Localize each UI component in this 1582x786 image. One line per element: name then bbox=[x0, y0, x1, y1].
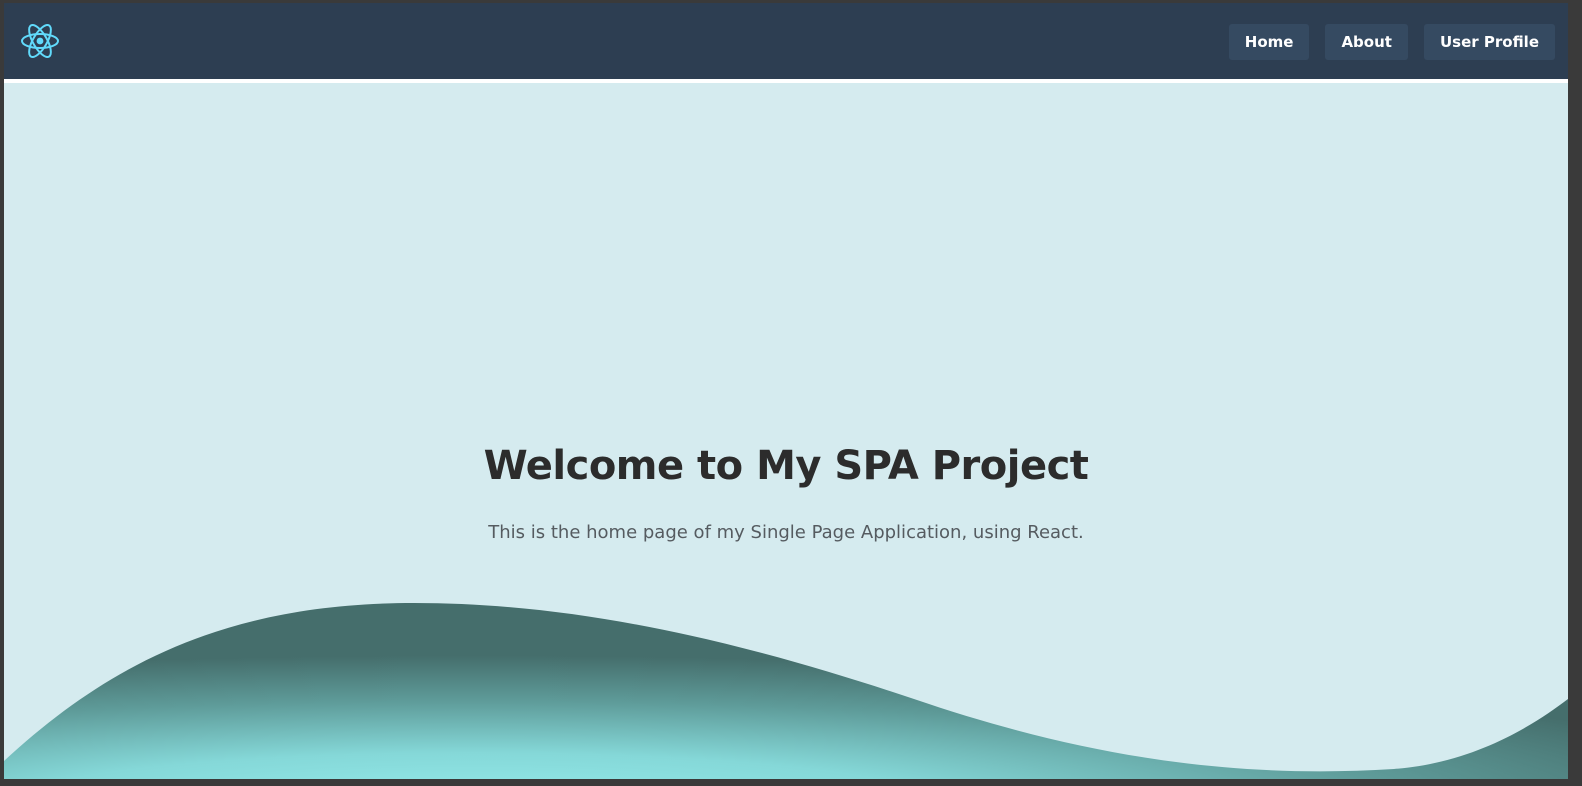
nav-links: Home About User Profile bbox=[1228, 24, 1555, 60]
react-logo-icon[interactable] bbox=[20, 21, 60, 61]
nav-user-profile-button[interactable]: User Profile bbox=[1423, 24, 1555, 60]
app-frame: Home About User Profile Welcome to My SP… bbox=[4, 3, 1568, 779]
navbar: Home About User Profile bbox=[4, 3, 1568, 83]
decorative-wave bbox=[4, 603, 1568, 779]
page-title: Welcome to My SPA Project bbox=[483, 443, 1089, 489]
nav-home-button[interactable]: Home bbox=[1228, 24, 1310, 60]
nav-about-button[interactable]: About bbox=[1325, 24, 1408, 60]
page-subtitle: This is the home page of my Single Page … bbox=[488, 522, 1084, 543]
